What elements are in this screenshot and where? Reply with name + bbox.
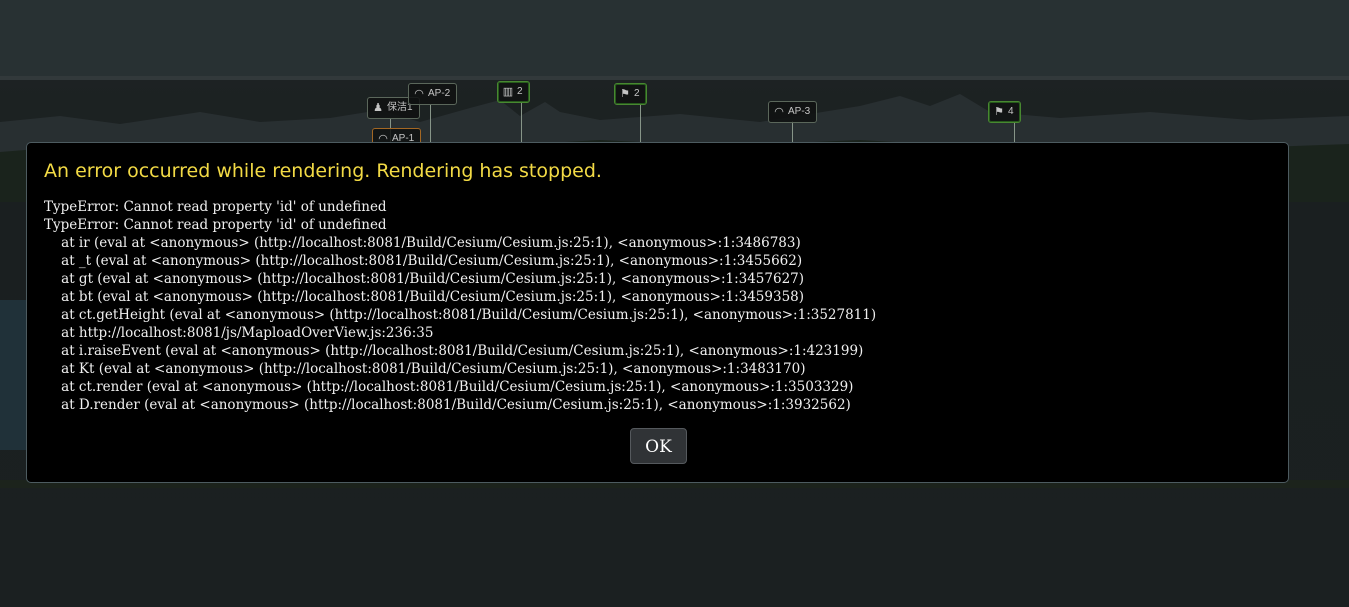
ok-button[interactable]: OK	[630, 428, 687, 464]
error-message: TypeError: Cannot read property 'id' of …	[44, 198, 876, 414]
error-line: TypeError: Cannot read property 'id' of …	[44, 199, 387, 215]
cesium-viewer[interactable]: ♟ 保洁1 ◠ AP-2 ▥ 2 ⚑ 2 ◠ AP-3 ⚑ 4 ◠ AP-1 A…	[0, 0, 1349, 607]
stack-line: at i.raiseEvent (eval at <anonymous> (ht…	[44, 343, 864, 359]
error-title: An error occurred while rendering. Rende…	[44, 160, 602, 182]
error-dialog: An error occurred while rendering. Rende…	[26, 142, 1289, 483]
stack-line: at D.render (eval at <anonymous> (http:/…	[44, 397, 851, 413]
stack-line: at bt (eval at <anonymous> (http://local…	[44, 289, 805, 305]
stack-line: at gt (eval at <anonymous> (http://local…	[44, 271, 805, 287]
stack-line: at ir (eval at <anonymous> (http://local…	[44, 235, 801, 251]
stack-line: at _t (eval at <anonymous> (http://local…	[44, 253, 803, 269]
error-line: TypeError: Cannot read property 'id' of …	[44, 217, 387, 233]
stack-line: at http://localhost:8081/js/MaploadOverV…	[44, 325, 434, 341]
stack-line: at ct.render (eval at <anonymous> (http:…	[44, 379, 854, 395]
stack-line: at ct.getHeight (eval at <anonymous> (ht…	[44, 307, 877, 323]
stack-line: at Kt (eval at <anonymous> (http://local…	[44, 361, 806, 377]
